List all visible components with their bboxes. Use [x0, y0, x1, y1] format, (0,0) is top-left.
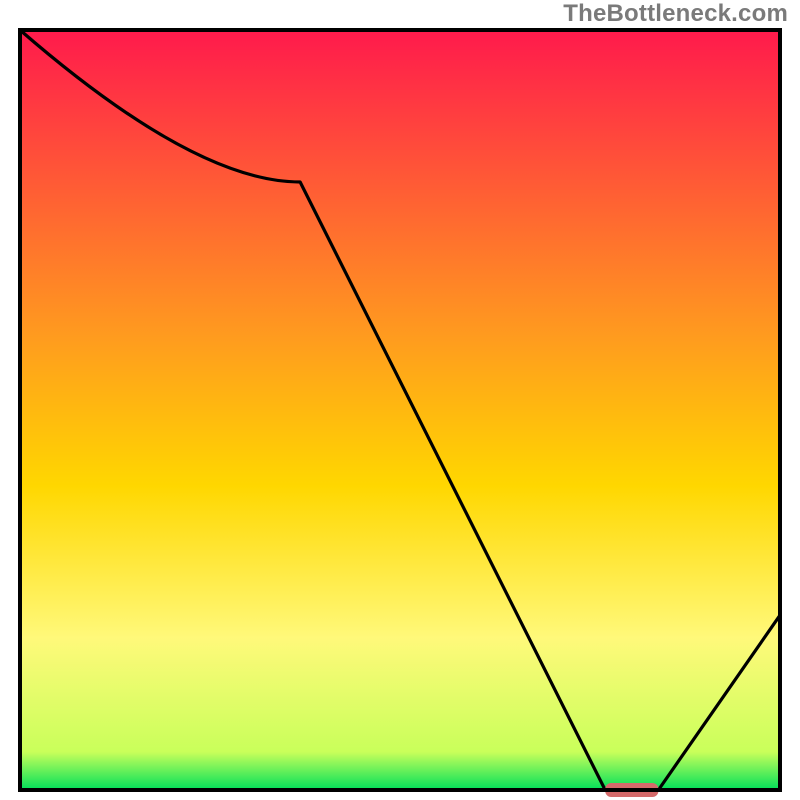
bottleneck-chart [0, 0, 800, 800]
attribution-text: TheBottleneck.com [563, 0, 788, 28]
chart-container: TheBottleneck.com [0, 0, 800, 800]
plot-background [20, 30, 780, 790]
